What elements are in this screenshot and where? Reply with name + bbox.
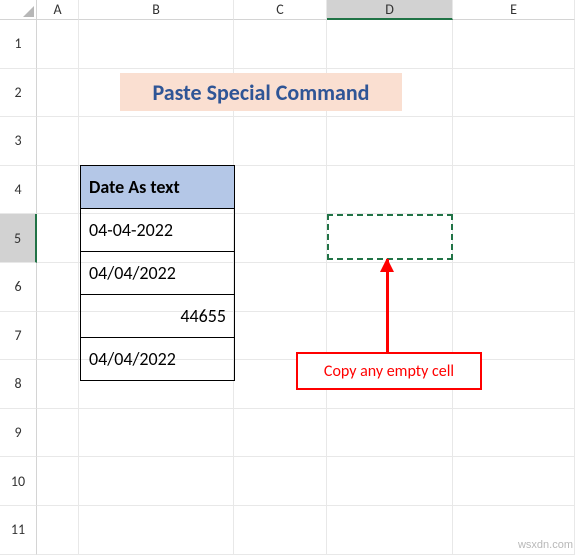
- row-header-4[interactable]: 4: [0, 166, 37, 215]
- cell-a11[interactable]: [37, 506, 79, 555]
- page-title: Paste Special Command: [120, 73, 402, 111]
- col-header-a[interactable]: A: [37, 0, 79, 20]
- cell-c6[interactable]: [234, 263, 327, 312]
- row-header-10[interactable]: 10: [0, 457, 37, 506]
- cell-d1[interactable]: [327, 20, 453, 69]
- cell-a9[interactable]: [37, 409, 79, 458]
- col-header-c[interactable]: C: [234, 0, 327, 20]
- col-header-e[interactable]: E: [453, 0, 575, 20]
- row-header-1[interactable]: 1: [0, 20, 37, 69]
- cell-c1[interactable]: [234, 20, 327, 69]
- table-row[interactable]: 04/04/2022: [81, 252, 234, 295]
- cell-d9[interactable]: [327, 409, 453, 458]
- cell-b9[interactable]: [79, 409, 234, 458]
- cell-a8[interactable]: [37, 360, 79, 409]
- cell-a6[interactable]: [37, 263, 79, 312]
- cell-e3[interactable]: [453, 117, 575, 166]
- cell-e5[interactable]: [453, 214, 575, 263]
- cell-d10[interactable]: [327, 457, 453, 506]
- cell-a1[interactable]: [37, 20, 79, 69]
- cell-a2[interactable]: [37, 69, 79, 118]
- cell-c10[interactable]: [234, 457, 327, 506]
- cell-c5[interactable]: [234, 214, 327, 263]
- cell-d4[interactable]: [327, 166, 453, 215]
- cell-a10[interactable]: [37, 457, 79, 506]
- cell-c3[interactable]: [234, 117, 327, 166]
- row-header-6[interactable]: 6: [0, 263, 37, 312]
- annotation-arrow: [386, 259, 389, 352]
- row-header-2[interactable]: 2: [0, 69, 37, 118]
- table-row[interactable]: 04-04-2022: [81, 209, 234, 252]
- watermark: wsxdn.com: [518, 539, 573, 551]
- cell-a5[interactable]: [37, 214, 79, 263]
- copy-selection-marquee[interactable]: [327, 214, 453, 260]
- spreadsheet-grid: A B C D E 1 2 3 4 5 6 7 8 9 10 11: [0, 0, 579, 555]
- cell-e6[interactable]: [453, 263, 575, 312]
- cell-a7[interactable]: [37, 312, 79, 361]
- cell-c4[interactable]: [234, 166, 327, 215]
- column-headers: A B C D E: [37, 0, 575, 20]
- row-header-8[interactable]: 8: [0, 360, 37, 409]
- cell-c9[interactable]: [234, 409, 327, 458]
- cell-a4[interactable]: [37, 166, 79, 215]
- cell-e10[interactable]: [453, 457, 575, 506]
- cell-d3[interactable]: [327, 117, 453, 166]
- row-header-3[interactable]: 3: [0, 117, 37, 166]
- data-table: Date As text 04-04-2022 04/04/2022 44655…: [80, 165, 235, 381]
- cell-b1[interactable]: [79, 20, 234, 69]
- cell-d11[interactable]: [327, 506, 453, 555]
- cell-a3[interactable]: [37, 117, 79, 166]
- col-header-b[interactable]: B: [79, 0, 234, 20]
- row-headers: 1 2 3 4 5 6 7 8 9 10 11: [0, 20, 37, 555]
- cell-e9[interactable]: [453, 409, 575, 458]
- cell-b10[interactable]: [79, 457, 234, 506]
- cell-b3[interactable]: [79, 117, 234, 166]
- annotation-callout: Copy any empty cell: [296, 352, 482, 390]
- cell-b11[interactable]: [79, 506, 234, 555]
- select-all-corner[interactable]: [0, 0, 37, 20]
- row-header-7[interactable]: 7: [0, 312, 37, 361]
- row-header-11[interactable]: 11: [0, 506, 37, 555]
- col-header-d[interactable]: D: [327, 0, 453, 20]
- cell-e1[interactable]: [453, 20, 575, 69]
- table-row[interactable]: 44655: [81, 295, 234, 338]
- cell-c11[interactable]: [234, 506, 327, 555]
- cell-e2[interactable]: [453, 69, 575, 118]
- table-header[interactable]: Date As text: [81, 166, 234, 209]
- row-header-5[interactable]: 5: [0, 214, 37, 263]
- table-row[interactable]: 04/04/2022: [81, 338, 234, 380]
- cell-e4[interactable]: [453, 166, 575, 215]
- row-header-9[interactable]: 9: [0, 409, 37, 458]
